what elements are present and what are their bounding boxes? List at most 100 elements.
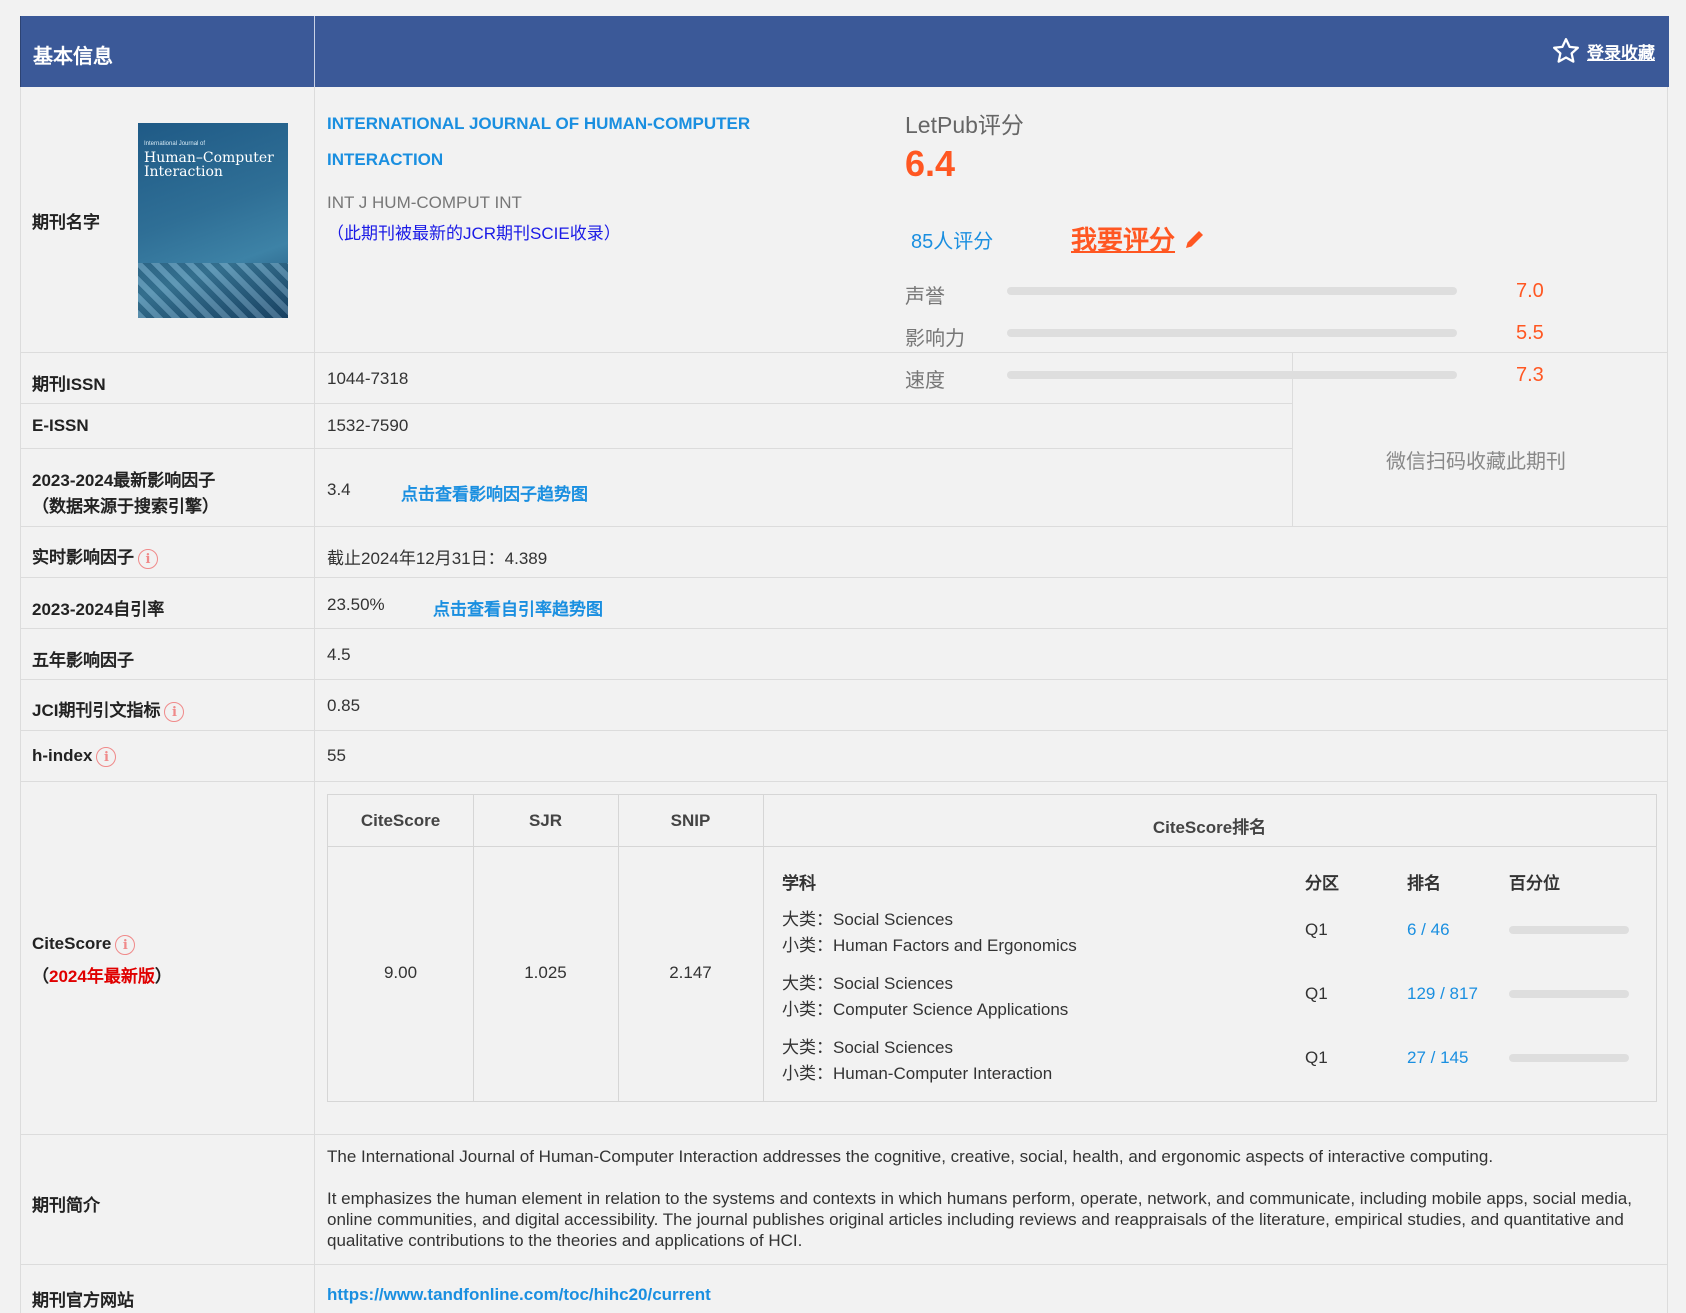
- impact-factor-value: 3.4: [327, 480, 351, 499]
- row-divider: [20, 577, 1668, 578]
- citescore-value: 9.00: [383, 963, 418, 982]
- cs-col-divider: [763, 795, 764, 1101]
- impact-factor-label: 2023-2024最新影响因子: [32, 471, 216, 490]
- info-icon[interactable]: i: [115, 934, 136, 955]
- realtime-if-label: 实时影响因子 i: [32, 543, 158, 569]
- impact-factor-source: （数据来源于搜索引擎）: [32, 497, 219, 516]
- row-divider: [20, 1264, 1668, 1265]
- reputation-value: 7.0: [1516, 280, 1544, 302]
- rank-header-percentile: 百分位: [1509, 874, 1560, 893]
- row-divider: [20, 730, 1668, 731]
- cover-small-title: International Journal of: [144, 141, 206, 147]
- row-divider: [20, 448, 1293, 449]
- rank-major: 大类：Social Sciences: [782, 910, 954, 929]
- hindex-value: 55: [327, 746, 346, 765]
- influence-label: 影响力: [905, 328, 965, 350]
- rank-row-subject: 大类：Social Sciences 小类：Computer Science A…: [782, 971, 1068, 1023]
- influence-value: 5.5: [1516, 322, 1544, 344]
- rank-quartile: Q1: [1305, 984, 1328, 1003]
- five-year-if-value: 4.5: [327, 645, 351, 664]
- rank-quartile: Q1: [1305, 920, 1328, 939]
- cs-header-ranking: CiteScore排名: [1152, 818, 1267, 837]
- rank-major: 大类：Social Sciences: [782, 974, 954, 993]
- login-favorite-link[interactable]: 登录收藏: [1551, 36, 1655, 66]
- cs-header-divider: [328, 846, 1656, 847]
- rate-button[interactable]: 我要评分: [1071, 220, 1207, 257]
- intro-label: 期刊简介: [32, 1196, 100, 1215]
- jcr-note: （此期刊被最新的JCR期刊SCIE收录）: [327, 224, 621, 243]
- rank-row-subject: 大类：Social Sciences 小类：Human-Computer Int…: [782, 1035, 1052, 1087]
- citescore-label-text: CiteScore: [32, 934, 112, 953]
- row-divider: [20, 403, 1293, 404]
- rank-row-subject: 大类：Social Sciences 小类：Human Factors and …: [782, 907, 1077, 959]
- journal-cover-image: International Journal of Human–Computer …: [138, 123, 288, 318]
- cs-header-citescore: CiteScore: [360, 811, 441, 830]
- impact-factor-trend-link[interactable]: 点击查看影响因子趋势图: [401, 480, 588, 505]
- realtime-if-label-text: 实时影响因子: [32, 548, 134, 567]
- journal-name-label: 期刊名字: [32, 213, 100, 232]
- rating-count: 85人评分: [911, 231, 994, 253]
- intro-paragraph: The International Journal of Human-Compu…: [327, 1147, 1494, 1166]
- eissn-value: 1532-7590: [327, 416, 409, 435]
- journal-title-line1: INTERNATIONAL JOURNAL OF HUMAN-COMPUTER: [327, 114, 751, 133]
- letpub-score: 6.4: [905, 143, 956, 184]
- cs-header-sjr: SJR: [528, 811, 563, 830]
- cs-col-divider: [618, 795, 619, 1101]
- cs-col-divider: [473, 795, 474, 1101]
- rate-label: 我要评分: [1071, 225, 1176, 255]
- rank-minor: 小类：Human-Computer Interaction: [782, 1064, 1053, 1083]
- rank-value: 129 / 817: [1407, 984, 1478, 1003]
- row-divider: [20, 526, 1668, 527]
- self-cite-label: 2023-2024自引率: [32, 600, 165, 619]
- info-icon[interactable]: i: [96, 746, 117, 767]
- rank-major: 大类：Social Sciences: [782, 1038, 954, 1057]
- reputation-bar: [1007, 287, 1457, 295]
- header-divider: [314, 16, 315, 87]
- rank-header-subject: 学科: [782, 874, 816, 893]
- journal-title[interactable]: INTERNATIONAL JOURNAL OF HUMAN-COMPUTER …: [327, 106, 750, 178]
- info-icon[interactable]: i: [164, 701, 185, 722]
- rank-header-quartile: 分区: [1305, 874, 1339, 893]
- five-year-if-label: 五年影响因子: [32, 651, 134, 670]
- journal-intro: The International Journal of Human-Compu…: [327, 1146, 1647, 1251]
- section-header: 基本信息 登录收藏: [20, 16, 1669, 87]
- citescore-label: CiteScore i: [32, 934, 136, 955]
- reputation-label: 声誉: [905, 286, 945, 308]
- pencil-icon: [1186, 230, 1204, 248]
- info-icon[interactable]: i: [138, 548, 158, 569]
- column-divider: [314, 87, 315, 1313]
- issn-label: 期刊ISSN: [32, 375, 106, 394]
- website-link[interactable]: https://www.tandfonline.com/toc/hihc20/c…: [327, 1285, 711, 1305]
- sjr-value: 1.025: [524, 963, 567, 982]
- snip-value: 2.147: [669, 963, 712, 982]
- row-divider: [20, 679, 1668, 680]
- rank-minor: 小类：Human Factors and Ergonomics: [782, 936, 1077, 955]
- citescore-edition-text: 2024年最新版: [49, 967, 155, 986]
- journal-abbreviation: INT J HUM-COMPUT INT: [327, 193, 522, 212]
- percentile-bar: [1509, 990, 1629, 998]
- citescore-edition: （2024年最新版）: [32, 962, 172, 987]
- row-divider: [20, 628, 1668, 629]
- self-cite-trend-link[interactable]: 点击查看自引率趋势图: [433, 595, 603, 620]
- favorite-label: 登录收藏: [1587, 43, 1655, 63]
- section-title: 基本信息: [33, 46, 113, 68]
- citescore-table: CiteScore SJR SNIP CiteScore排名 9.00 1.02…: [327, 794, 1657, 1102]
- rank-header-rank: 排名: [1407, 874, 1441, 893]
- self-cite-value: 23.50%: [327, 595, 385, 614]
- star-icon: [1553, 38, 1579, 63]
- cs-header-snip: SNIP: [670, 811, 711, 830]
- cover-pattern: [138, 263, 288, 318]
- eissn-label: E-ISSN: [32, 416, 89, 435]
- row-divider: [20, 1134, 1668, 1135]
- cover-main-title: Human–Computer Interaction: [144, 150, 274, 180]
- hindex-label: h-index i: [32, 746, 117, 767]
- intro-paragraph: It emphasizes the human element in relat…: [327, 1189, 1632, 1250]
- table-left-border: [20, 87, 21, 1313]
- rank-value: 6 / 46: [1407, 920, 1450, 939]
- percentile-bar: [1509, 926, 1629, 934]
- rank-minor: 小类：Computer Science Applications: [782, 1000, 1069, 1019]
- realtime-if-value: 截止2024年12月31日：4.389: [327, 549, 548, 568]
- rank-quartile: Q1: [1305, 1048, 1328, 1067]
- jci-label-text: JCI期刊引文指标: [32, 701, 161, 720]
- influence-bar: [1007, 329, 1457, 337]
